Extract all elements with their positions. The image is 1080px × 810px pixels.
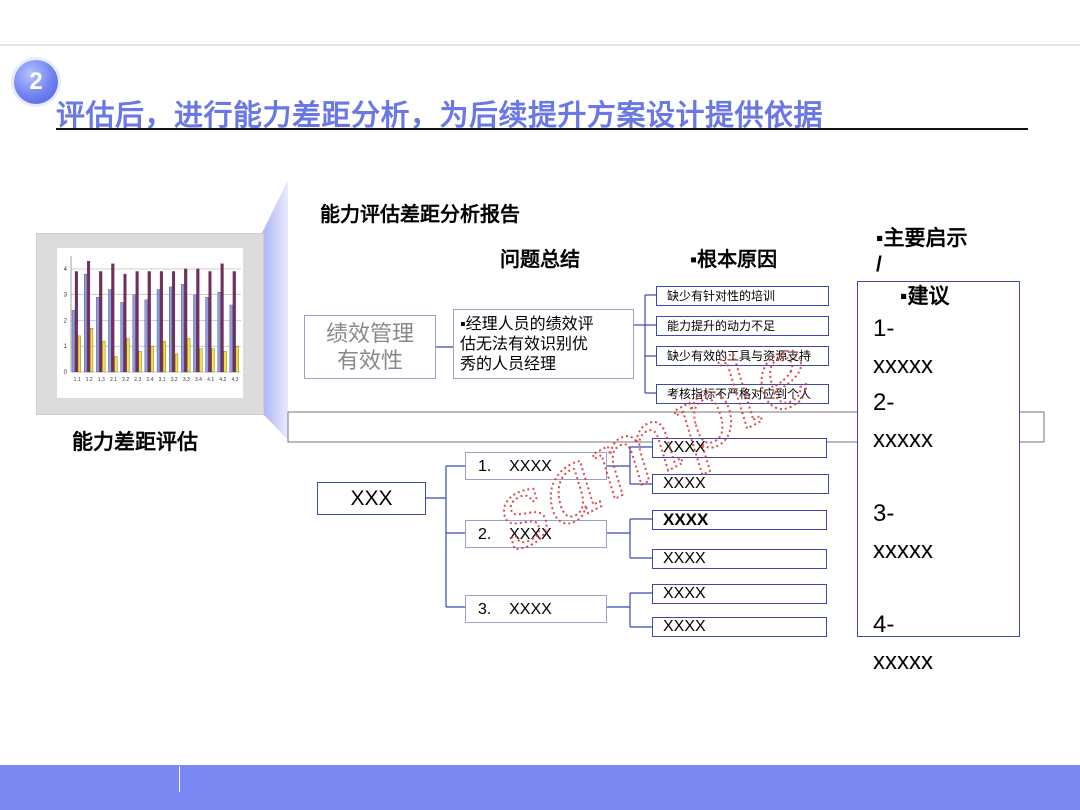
cause-item: 考核指标不严格对应到个人 xyxy=(656,384,829,404)
tree-branch: 3. XXXX xyxy=(465,595,607,623)
cause-item: 缺少有针对性的培训 xyxy=(656,286,829,306)
advice-list: 1- xxxxx 2- xxxxx 3- xxxxx 4- xxxxx xyxy=(873,315,933,675)
footer-divider xyxy=(179,766,180,792)
tree-leaf: XXXX xyxy=(652,584,827,604)
tree-leaf: XXXX xyxy=(652,510,827,530)
cause-item: 缺少有效的工具与资源支持 xyxy=(656,346,829,366)
tree-leaf: XXXX xyxy=(652,549,827,569)
tree-leaf: XXXX xyxy=(652,617,827,637)
tree-branch: 2. XXXX xyxy=(465,520,607,548)
cause-item: 能力提升的动力不足 xyxy=(656,316,829,336)
advice-subheader: ▪建议 xyxy=(900,285,950,308)
tree-branch: 1. XXXX xyxy=(465,452,607,480)
footer-bar xyxy=(0,765,1080,810)
summary-box: ▪经理人员的绩效评 估无法有效识别优 秀的人员经理 xyxy=(453,309,634,379)
tree-root: XXX xyxy=(317,482,426,515)
topic-box: 绩效管理 有效性 xyxy=(304,315,436,379)
tree-leaf: XXXX xyxy=(652,438,827,458)
tree-leaf: XXXX xyxy=(652,474,829,494)
